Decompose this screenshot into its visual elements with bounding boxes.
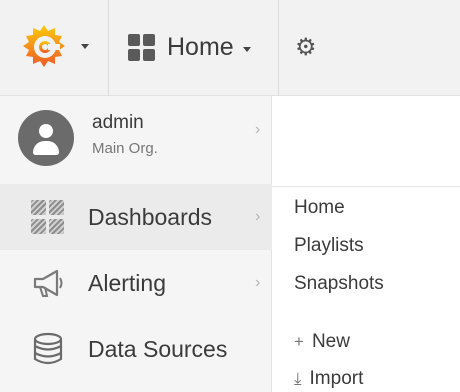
org-name: Main Org.: [92, 140, 158, 157]
megaphone-icon: [30, 265, 66, 301]
chevron-right-icon: ›: [255, 121, 261, 138]
side-menu: admin Main Org. › Dashboards › Alerting …: [0, 96, 272, 392]
sidebar-item-data-sources[interactable]: Data Sources: [0, 316, 272, 382]
sidebar-item-label: Data Sources: [88, 336, 228, 362]
database-icon: [30, 331, 66, 367]
user-name: admin: [92, 112, 144, 133]
chevron-down-icon: [242, 46, 251, 52]
dashboards-submenu: Home Playlists Snapshots + New ⤓ Import: [272, 186, 460, 392]
submenu-item-label: New: [311, 331, 350, 352]
download-icon: ⤓: [294, 369, 302, 388]
submenu-item-new[interactable]: + New: [294, 331, 350, 353]
sidebar-item-alerting[interactable]: Alerting ›: [0, 250, 272, 316]
grafana-logo-icon[interactable]: [20, 22, 68, 70]
submenu-item-home[interactable]: Home: [294, 197, 345, 219]
chevron-right-icon: ›: [255, 208, 261, 225]
submenu-item-import[interactable]: ⤓ Import: [294, 368, 363, 390]
top-navbar: Home ⚙: [0, 0, 460, 96]
submenu-item-snapshots[interactable]: Snapshots: [294, 273, 384, 295]
dashboard-picker-button[interactable]: Home: [128, 30, 251, 64]
navbar-divider: [108, 0, 109, 96]
avatar[interactable]: [18, 110, 74, 166]
sidebar-item-dashboards[interactable]: Dashboards ›: [0, 184, 272, 250]
sidebar-item-label: Alerting: [88, 270, 166, 296]
dashboards-grid-icon: [30, 199, 66, 235]
submenu-item-label: Import: [309, 368, 364, 389]
sidebar-item-label: Dashboards: [88, 204, 213, 230]
gear-icon[interactable]: ⚙: [295, 36, 317, 60]
navbar-divider: [278, 0, 279, 96]
logo-caret-icon[interactable]: [81, 44, 89, 49]
plus-icon: +: [294, 332, 304, 351]
dashboard-title: Home: [167, 32, 234, 61]
dashboards-grid-icon: [128, 33, 155, 61]
chevron-right-icon: ›: [255, 274, 261, 291]
user-profile[interactable]: admin Main Org. ›: [0, 96, 272, 184]
submenu-item-playlists[interactable]: Playlists: [294, 235, 364, 257]
